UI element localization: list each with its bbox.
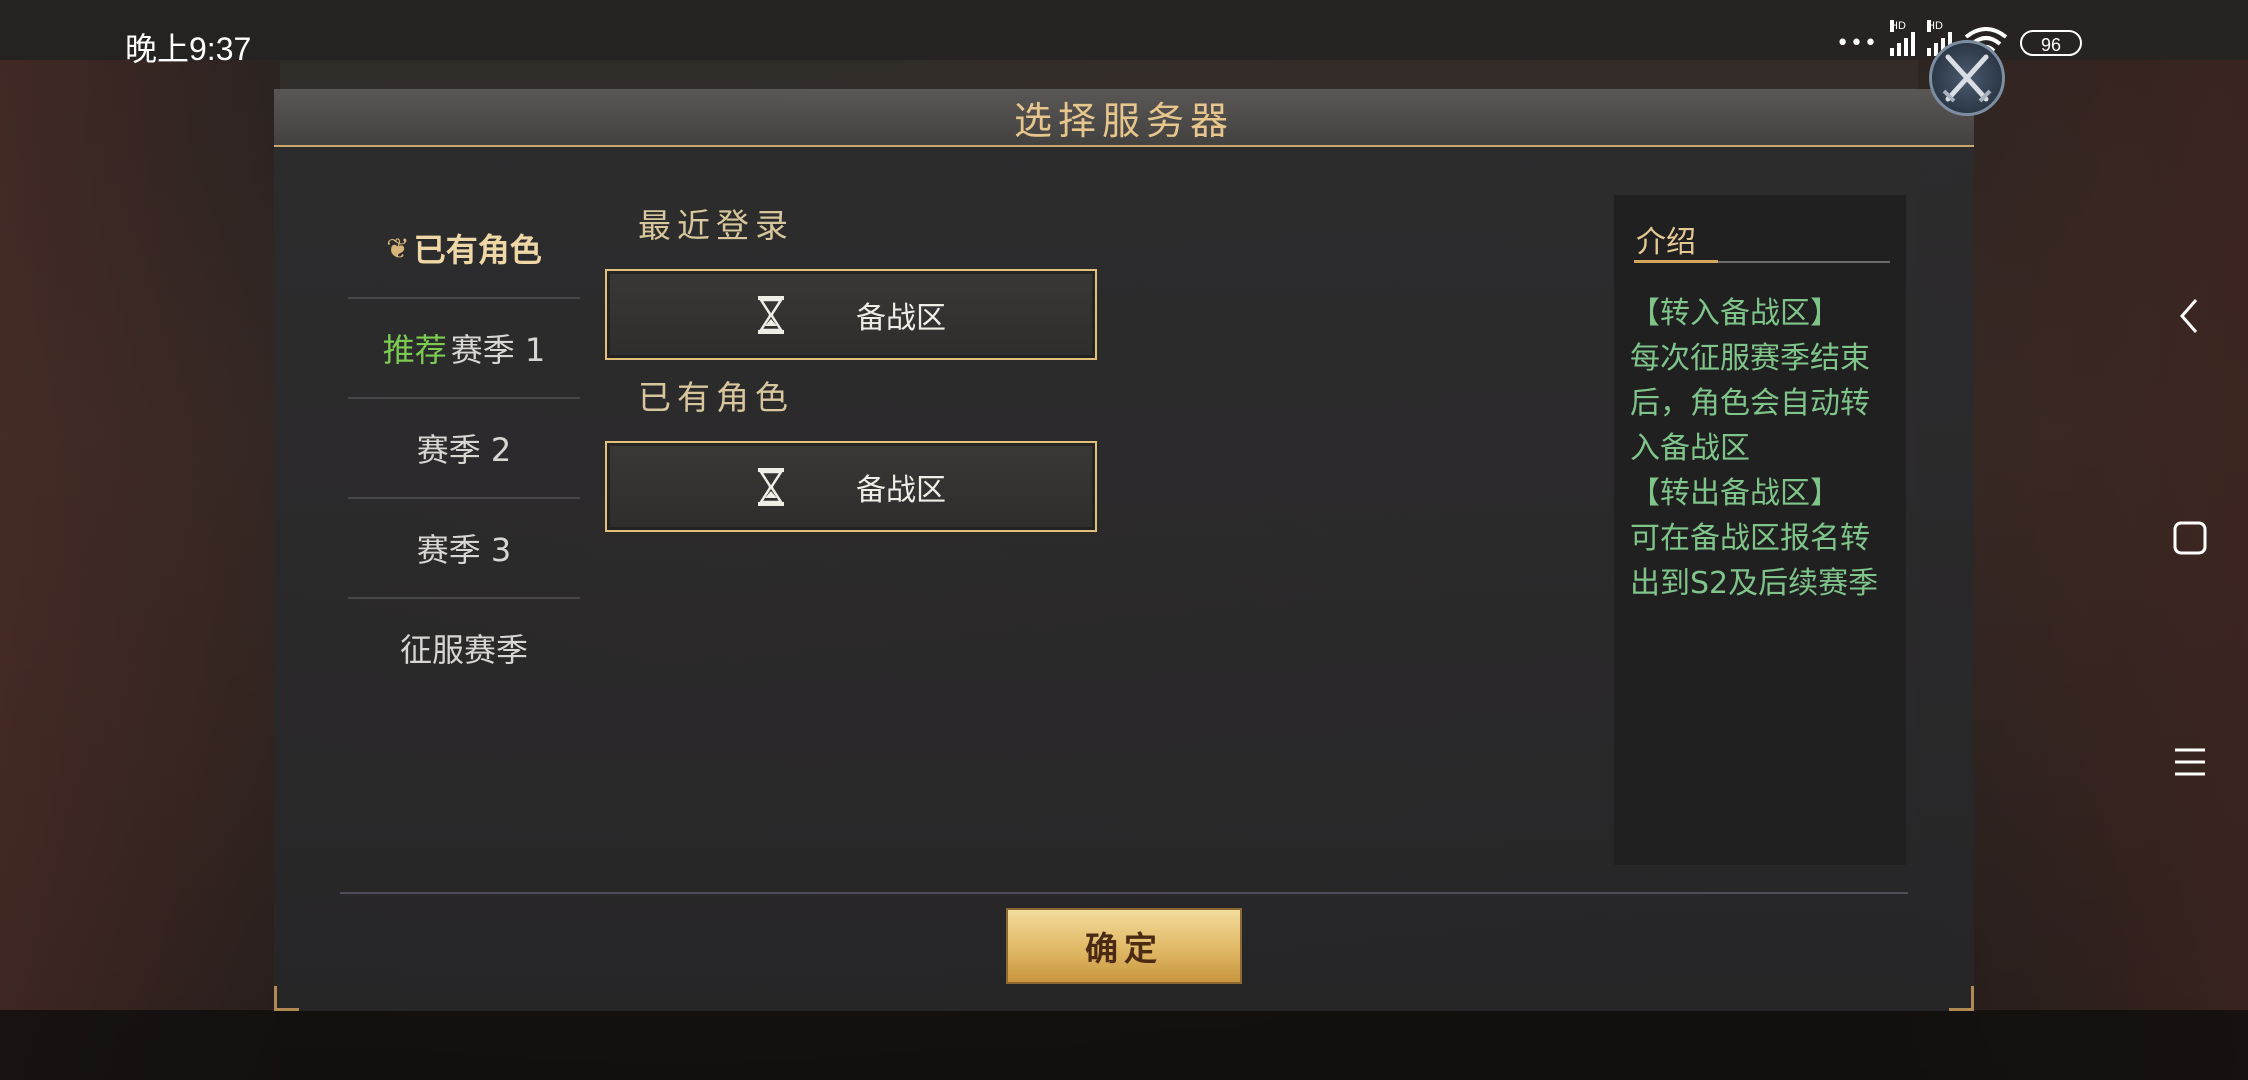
recommend-tag: 推荐 bbox=[382, 331, 447, 369]
existing-server-button[interactable]: 备战区 bbox=[605, 441, 1097, 532]
intro-line: 出到S2及后续赛季 bbox=[1630, 566, 1879, 601]
sidebar-item-conquest-season[interactable]: 征服赛季 bbox=[348, 599, 580, 697]
server-name: 备战区 bbox=[856, 300, 946, 336]
footer-divider bbox=[340, 892, 1908, 894]
intro-line: 入备战区 bbox=[1630, 431, 1750, 466]
sidebar-item-existing-roles[interactable]: ❦ 已有角色 bbox=[348, 199, 580, 299]
clock: 晚上9:37 bbox=[125, 31, 252, 67]
menu-icon[interactable] bbox=[2168, 740, 2212, 784]
intro-line: 可在备战区报名转 bbox=[1630, 521, 1870, 556]
status-bar: 晚上9:37 ••• HD HD 96 bbox=[0, 0, 2248, 67]
hourglass-icon bbox=[758, 467, 784, 506]
dialog-header: 选择服务器 bbox=[274, 89, 1974, 147]
sidebar-item-label: 已有角色 bbox=[413, 231, 542, 269]
intro-line: 后，角色会自动转 bbox=[1630, 386, 1870, 421]
intro-divider-accent bbox=[1634, 260, 1718, 263]
signal-icon: HD bbox=[1890, 20, 1915, 56]
sidebar-item-label: 征服赛季 bbox=[399, 631, 528, 669]
intro-line: 【转入备战区】 bbox=[1630, 296, 1840, 331]
confirm-button[interactable]: 确定 bbox=[1006, 908, 1242, 984]
home-icon[interactable] bbox=[2168, 516, 2212, 560]
leaf-icon: ❦ bbox=[386, 231, 410, 265]
signal-hd-label-2: HD bbox=[1927, 20, 1943, 32]
close-button[interactable] bbox=[1929, 40, 2005, 116]
crossed-swords-close-icon bbox=[1942, 54, 1992, 103]
sidebar-item-label: 赛季 1 bbox=[450, 331, 546, 369]
game-screen: 晚上9:37 ••• HD HD 96 选择服务器 ❦ 已有角色 推荐 赛季 1… bbox=[0, 0, 2248, 1080]
recent-login-label: 最近登录 bbox=[638, 206, 794, 245]
season-sidebar: ❦ 已有角色 推荐 赛季 1 赛季 2 赛季 3 征服赛季 bbox=[348, 199, 580, 697]
intro-line: 每次征服赛季结束 bbox=[1630, 341, 1870, 376]
signal-hd-label: HD bbox=[1890, 20, 1906, 32]
dialog-title: 选择服务器 bbox=[1013, 99, 1234, 143]
intro-title: 介绍 bbox=[1636, 225, 1696, 260]
sidebar-item-season-3[interactable]: 赛季 3 bbox=[348, 499, 580, 599]
game-background-left bbox=[0, 60, 280, 1080]
sidebar-item-season-2[interactable]: 赛季 2 bbox=[348, 399, 580, 499]
existing-roles-label: 已有角色 bbox=[638, 378, 794, 417]
server-select-dialog: 选择服务器 ❦ 已有角色 推荐 赛季 1 赛季 2 赛季 3 征服赛季 最近登录 bbox=[274, 89, 1974, 1011]
corner-ornament-bottom-right bbox=[1949, 986, 1974, 1011]
corner-ornament-bottom-left bbox=[274, 986, 299, 1011]
sidebar-item-label: 赛季 2 bbox=[416, 431, 512, 469]
intro-line: 【转出备战区】 bbox=[1630, 476, 1840, 511]
sidebar-item-season-1[interactable]: 推荐 赛季 1 bbox=[348, 299, 580, 399]
back-icon[interactable] bbox=[2168, 294, 2212, 338]
battery-indicator: 96 bbox=[2020, 30, 2082, 56]
sidebar-item-label: 赛季 3 bbox=[416, 531, 512, 569]
intro-text: 【转入备战区】 每次征服赛季结束 后，角色会自动转 入备战区 【转出备战区】 可… bbox=[1630, 291, 1900, 606]
hourglass-icon bbox=[758, 295, 784, 334]
system-nav-bar bbox=[2128, 60, 2248, 1080]
server-name: 备战区 bbox=[856, 472, 946, 508]
background-footer-strip bbox=[0, 1010, 2248, 1080]
more-dots-icon: ••• bbox=[1836, 30, 1878, 56]
recent-server-button[interactable]: 备战区 bbox=[605, 269, 1097, 360]
intro-panel: 介绍 【转入备战区】 每次征服赛季结束 后，角色会自动转 入备战区 【转出备战区… bbox=[1614, 195, 1906, 865]
